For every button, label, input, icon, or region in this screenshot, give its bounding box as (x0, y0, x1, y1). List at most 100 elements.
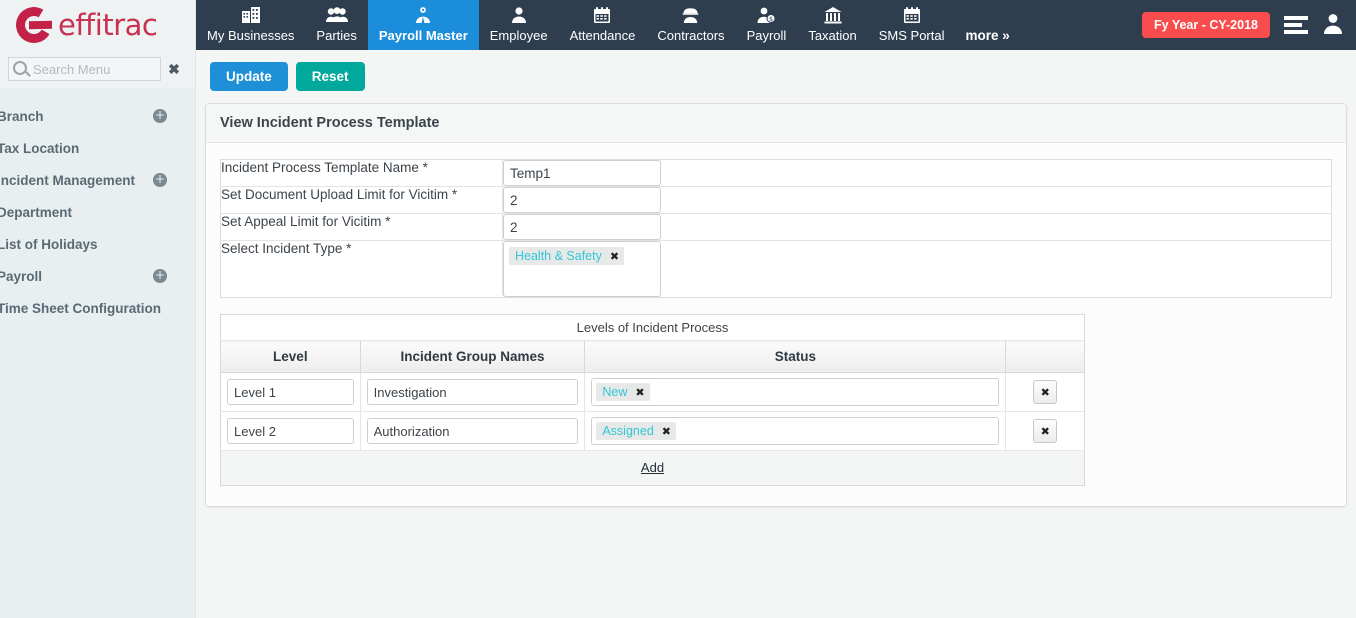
brand-name: effitrac (58, 8, 157, 42)
form-row-template-name: Incident Process Template Name * (221, 160, 1332, 187)
levels-section: Levels of Incident Process Level Inciden… (220, 314, 1085, 486)
form-row-appeal-limit: Set Appeal Limit for Vicitim * (221, 214, 1332, 241)
nav-item-payroll[interactable]: $ Payroll (736, 0, 798, 50)
tag-chip-label: Health & Safety (515, 249, 602, 263)
remove-tag-icon[interactable]: ✖ (610, 250, 619, 263)
template-name-input[interactable] (503, 160, 661, 186)
sidebar-item-department[interactable]: Department (0, 196, 195, 228)
incident-process-template-panel: View Incident Process Template Incident … (205, 103, 1347, 507)
column-header-level: Level (221, 341, 361, 373)
delete-row-button[interactable]: ✖ (1033, 380, 1057, 404)
sidebar-menu: Branch + Tax Location Incident Managemen… (0, 88, 195, 324)
column-header-status: Status (585, 341, 1006, 373)
nav-item-label: Payroll Master (379, 28, 468, 43)
incident-type-tag-input[interactable]: Health & Safety ✖ (503, 241, 661, 297)
nav-item-payroll-master[interactable]: Payroll Master (368, 0, 479, 50)
people-group-icon (326, 4, 348, 26)
delete-row-button[interactable]: ✖ (1033, 419, 1057, 443)
sidebar-item-branch[interactable]: Branch + (0, 100, 195, 132)
brand-logo[interactable]: effitrac (0, 0, 195, 50)
levels-table: Levels of Incident Process Level Inciden… (220, 314, 1085, 486)
nav-item-taxation[interactable]: Taxation (797, 0, 867, 50)
nav-item-label: SMS Portal (879, 28, 945, 43)
main-content: Update Reset View Incident Process Templ… (196, 50, 1356, 618)
add-level-link[interactable]: Add (641, 460, 664, 475)
expand-plus-icon[interactable]: + (153, 109, 167, 123)
document-upload-limit-input[interactable] (503, 187, 661, 213)
add-row: Add (221, 451, 1085, 486)
sidebar-item-tax-location[interactable]: Tax Location (0, 132, 195, 164)
fiscal-year-badge[interactable]: Fy Year - CY-2018 (1142, 12, 1270, 38)
nav-item-attendance[interactable]: Attendance (559, 0, 647, 50)
user-icon (511, 4, 527, 26)
search-input[interactable] (8, 57, 161, 81)
tax-bank-icon (824, 4, 842, 26)
nav-item-label: Taxation (808, 28, 856, 43)
sidebar-item-list-of-holidays[interactable]: List of Holidays (0, 228, 195, 260)
sidebar-item-incident-management[interactable]: Incident Management + (0, 164, 195, 196)
levels-header-row: Level Incident Group Names Status (221, 341, 1085, 373)
incident-group-name-input[interactable] (367, 418, 579, 444)
close-icon[interactable]: ✖ (161, 61, 187, 78)
sidebar-search-row: ✖ (0, 50, 195, 88)
status-chip-label: Assigned (602, 424, 653, 438)
user-money-icon: $ (757, 4, 775, 26)
sidebar-item-label: Tax Location (0, 141, 79, 156)
nav-item-my-businesses[interactable]: My Businesses (196, 0, 305, 50)
sidebar-item-label: Department (0, 205, 72, 220)
field-label: Set Appeal Limit for Vicitim * (221, 214, 503, 241)
remove-status-icon[interactable]: ✖ (662, 425, 671, 438)
appeal-limit-input[interactable] (503, 214, 661, 240)
field-label: Select Incident Type * (221, 241, 503, 298)
expand-plus-icon[interactable]: + (153, 173, 167, 187)
level-input[interactable] (227, 418, 354, 444)
action-toolbar: Update Reset (196, 50, 1356, 103)
status-chip[interactable]: New ✖ (596, 383, 649, 401)
update-button[interactable]: Update (210, 62, 288, 91)
nav-more-button[interactable]: more » (955, 28, 1019, 43)
effitrac-e-logo-icon (14, 5, 54, 45)
user-avatar-icon[interactable] (1322, 12, 1344, 39)
sidebar: effitrac ✖ Branch + Tax Location Inciden… (0, 0, 196, 618)
top-navigation-bar: My Businesses Parties Payroll Master Emp… (196, 0, 1356, 50)
form-row-document-upload-limit: Set Document Upload Limit for Vicitim * (221, 187, 1332, 214)
form-row-incident-type: Select Incident Type * Health & Safety ✖ (221, 241, 1332, 298)
expand-plus-icon[interactable]: + (153, 269, 167, 283)
sidebar-item-label: List of Holidays (0, 237, 98, 252)
page-title: View Incident Process Template (206, 104, 1346, 143)
tag-chip[interactable]: Health & Safety ✖ (509, 247, 624, 265)
remove-status-icon[interactable]: ✖ (635, 386, 644, 399)
sidebar-item-time-sheet-configuration[interactable]: Time Sheet Configuration (0, 292, 195, 324)
incident-group-name-input[interactable] (367, 379, 579, 405)
status-chip-label: New (602, 385, 627, 399)
svg-text:$: $ (770, 16, 774, 23)
field-label: Set Document Upload Limit for Vicitim * (221, 187, 503, 214)
nav-item-parties[interactable]: Parties (305, 0, 367, 50)
sidebar-item-label: Time Sheet Configuration (0, 301, 161, 316)
table-row: New ✖ ✖ (221, 373, 1085, 412)
levels-caption: Levels of Incident Process (221, 315, 1085, 341)
nav-item-employee[interactable]: Employee (479, 0, 559, 50)
calendar-icon (593, 4, 611, 26)
reset-button[interactable]: Reset (296, 62, 365, 91)
nav-item-label: Employee (490, 28, 548, 43)
list-lines-icon[interactable] (1284, 16, 1308, 34)
sidebar-item-payroll[interactable]: Payroll + (0, 260, 195, 292)
user-gear-icon (413, 4, 433, 26)
nav-item-label: Attendance (570, 28, 636, 43)
sidebar-item-label: Incident Management (0, 173, 135, 188)
column-header-actions (1006, 341, 1085, 373)
field-label: Incident Process Template Name * (221, 160, 503, 187)
nav-item-label: My Businesses (207, 28, 294, 43)
status-chip[interactable]: Assigned ✖ (596, 422, 676, 440)
search-icon (13, 61, 27, 75)
level-input[interactable] (227, 379, 354, 405)
sidebar-item-label: Payroll (0, 269, 42, 284)
template-form: Incident Process Template Name * Set Doc… (220, 159, 1332, 298)
sidebar-item-label: Branch (0, 109, 44, 124)
nav-item-contractors[interactable]: Contractors (646, 0, 735, 50)
nav-item-sms-portal[interactable]: SMS Portal (868, 0, 956, 50)
status-tag-input[interactable]: New ✖ (591, 378, 999, 406)
status-tag-input[interactable]: Assigned ✖ (591, 417, 999, 445)
calendar-sms-icon (903, 4, 921, 26)
